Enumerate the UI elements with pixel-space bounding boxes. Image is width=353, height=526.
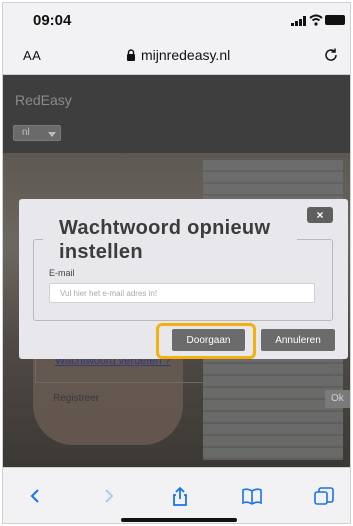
status-time: 09:04: [33, 12, 72, 29]
email-field[interactable]: [49, 283, 315, 303]
cancel-button[interactable]: Annuleren: [261, 329, 335, 351]
reload-icon[interactable]: [323, 47, 339, 63]
phone-screen: 09:04 AA mijnredeasy.nl RedEasy nl Wacht…: [2, 2, 351, 524]
ok-button[interactable]: Ok: [325, 390, 350, 408]
tabs-icon[interactable]: [313, 486, 335, 506]
email-label: E-mail: [49, 268, 75, 278]
battery-icon: [325, 15, 345, 25]
url-domain[interactable]: mijnredeasy.nl: [141, 47, 230, 63]
chevron-down-icon: [48, 132, 56, 137]
browser-address-bar[interactable]: AA mijnredeasy.nl: [3, 35, 350, 75]
status-bar: 09:04: [3, 3, 350, 35]
forward-icon[interactable]: [97, 486, 119, 506]
bookmarks-icon[interactable]: [241, 486, 263, 506]
site-brand: RedEasy: [15, 92, 72, 108]
language-selected: nl: [22, 127, 30, 138]
signal-icon: [291, 16, 306, 26]
browser-toolbar: [3, 467, 350, 523]
ok-button-label: Ok: [331, 393, 344, 404]
lock-icon: [127, 49, 135, 61]
register-link[interactable]: Registreer: [53, 393, 99, 404]
share-icon[interactable]: [169, 486, 191, 506]
dialog-title: Wachtwoord opnieuw instellen: [43, 216, 297, 264]
highlight-box: [156, 323, 256, 359]
back-icon[interactable]: [25, 486, 47, 506]
home-indicator[interactable]: [121, 518, 237, 522]
text-size-button[interactable]: AA: [23, 48, 41, 63]
language-select[interactable]: nl: [13, 125, 61, 141]
wifi-icon: [309, 14, 323, 26]
close-button[interactable]: ×: [307, 207, 333, 223]
